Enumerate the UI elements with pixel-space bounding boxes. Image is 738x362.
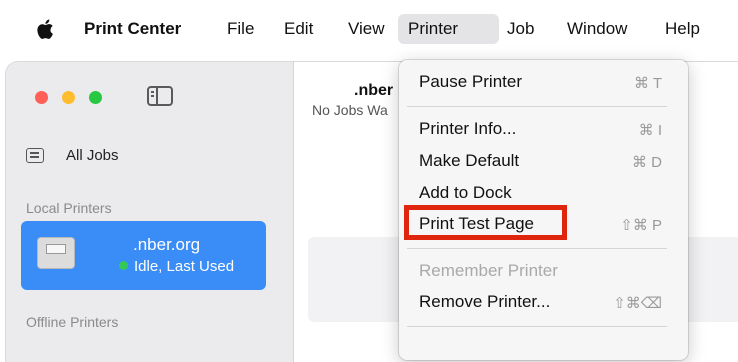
menu-separator [407, 106, 667, 107]
shortcut-label: ⌘ I [638, 122, 662, 139]
printer-name: .nber.org [133, 235, 201, 254]
menu-item-pause-printer[interactable]: Pause Printer ⌘ T [399, 69, 688, 97]
shortcut-label: ⌘ T [633, 75, 662, 92]
menu-help[interactable]: Help [655, 14, 710, 44]
menu-item-label: Pause Printer [419, 72, 522, 91]
status-dot-icon [119, 261, 128, 270]
printer-status: Idle, Last Used [119, 258, 234, 275]
menu-separator [407, 326, 667, 327]
menu-job[interactable]: Job [497, 14, 544, 44]
menu-printer[interactable]: Printer [398, 14, 499, 44]
sidebar-item-label: All Jobs [66, 147, 119, 164]
highlight-annotation-box [404, 205, 567, 240]
minimize-window-button[interactable] [62, 91, 75, 104]
sidebar-item-printer[interactable]: .nber.org Idle, Last Used [21, 221, 266, 290]
menu-item-remember-printer: Remember Printer [399, 258, 688, 286]
menu-bar: Print Center File Edit View Printer Job … [0, 0, 738, 56]
menu-window[interactable]: Window [557, 14, 637, 44]
app-name-menu[interactable]: Print Center [74, 14, 191, 44]
menu-item-label: Printer Info... [419, 119, 517, 138]
local-printers-header: Local Printers [26, 200, 112, 216]
shortcut-label: ⇧⌘⌫ [613, 295, 662, 312]
menu-item-add-to-dock[interactable]: Add to Dock [399, 180, 688, 208]
printer-status-text: Idle, Last Used [134, 258, 235, 275]
close-window-button[interactable] [35, 91, 48, 104]
menu-edit[interactable]: Edit [274, 14, 323, 44]
menu-item-label: Make Default [419, 151, 520, 170]
shortcut-label: ⌘ D [632, 154, 662, 171]
list-icon [26, 148, 44, 163]
printer-icon [37, 237, 75, 269]
menu-item-remove-printer[interactable]: Remove Printer... ⇧⌘⌫ [399, 289, 688, 317]
menu-file[interactable]: File [217, 14, 264, 44]
menu-item-label: Add to Dock [419, 183, 512, 202]
printer-title: .nber [354, 82, 394, 99]
menu-item-printer-info[interactable]: Printer Info... ⌘ I [399, 116, 688, 144]
menu-item-make-default[interactable]: Make Default ⌘ D [399, 148, 688, 176]
menu-item-label: Remember Printer [419, 261, 558, 280]
offline-printers-header: Offline Printers [26, 314, 119, 330]
menu-view[interactable]: View [338, 14, 395, 44]
menu-separator [407, 248, 667, 249]
shortcut-label: ⇧⌘ P [620, 217, 662, 234]
menu-item-label: Remove Printer... [419, 292, 551, 311]
apple-logo-icon[interactable] [36, 17, 56, 41]
sidebar: All Jobs Local Printers .nber.org Idle, … [6, 62, 294, 362]
sidebar-toggle-icon[interactable] [147, 86, 173, 106]
zoom-window-button[interactable] [89, 91, 102, 104]
jobs-status-text: No Jobs Wa [312, 102, 388, 118]
